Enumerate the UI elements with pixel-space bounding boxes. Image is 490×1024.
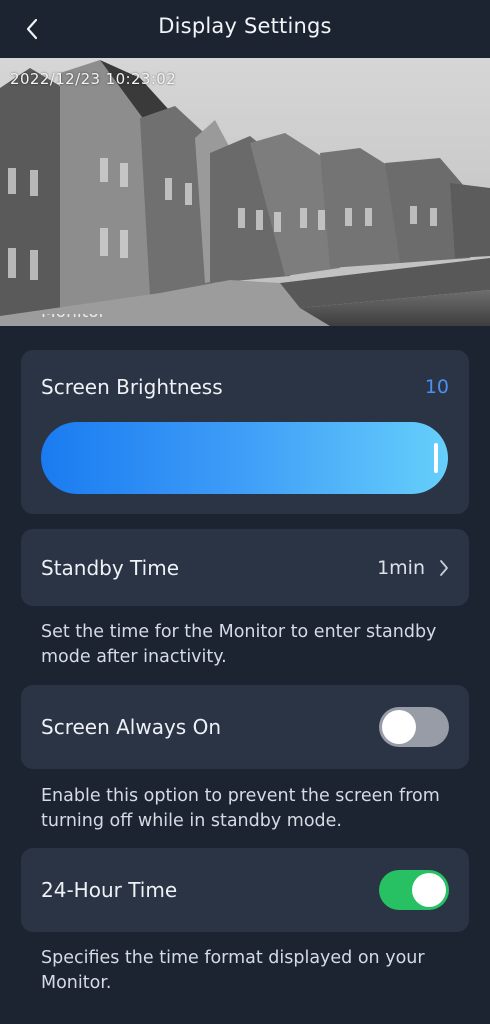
street-scene-image: [0, 58, 490, 326]
section-header-monitor: Monitor: [41, 314, 106, 326]
standby-time-row[interactable]: Standby Time 1min: [21, 529, 469, 606]
standby-time-description: Set the time for the Monitor to enter st…: [41, 622, 437, 667]
camera-preview: 2022/12/23 10:23:02: [0, 58, 490, 326]
screen-always-on-row: Screen Always On: [21, 685, 469, 769]
brightness-label: Screen Brightness: [41, 375, 223, 399]
page-title: Display Settings: [158, 14, 332, 38]
standby-time-value: 1min: [377, 557, 425, 579]
toggle-knob: [382, 710, 416, 744]
brightness-slider[interactable]: [41, 422, 448, 494]
header-bar: Display Settings: [0, 0, 490, 58]
screen-always-on-label: Screen Always On: [41, 715, 221, 739]
screen-always-on-description: Enable this option to prevent the screen…: [41, 786, 440, 831]
24-hour-time-row: 24-Hour Time: [21, 848, 469, 932]
camera-timestamp: 2022/12/23 10:23:02: [10, 70, 177, 88]
toggle-knob: [412, 873, 446, 907]
24-hour-time-description: Specifies the time format displayed on y…: [41, 948, 425, 993]
brightness-value: 10: [424, 376, 449, 398]
screen-always-on-toggle[interactable]: [379, 707, 449, 747]
standby-time-label: Standby Time: [41, 556, 179, 580]
chevron-right-icon: [440, 560, 448, 576]
brightness-card: Screen Brightness 10: [21, 350, 469, 514]
slider-handle[interactable]: [434, 443, 438, 473]
24-hour-time-toggle[interactable]: [379, 870, 449, 910]
24-hour-time-label: 24-Hour Time: [41, 878, 178, 902]
